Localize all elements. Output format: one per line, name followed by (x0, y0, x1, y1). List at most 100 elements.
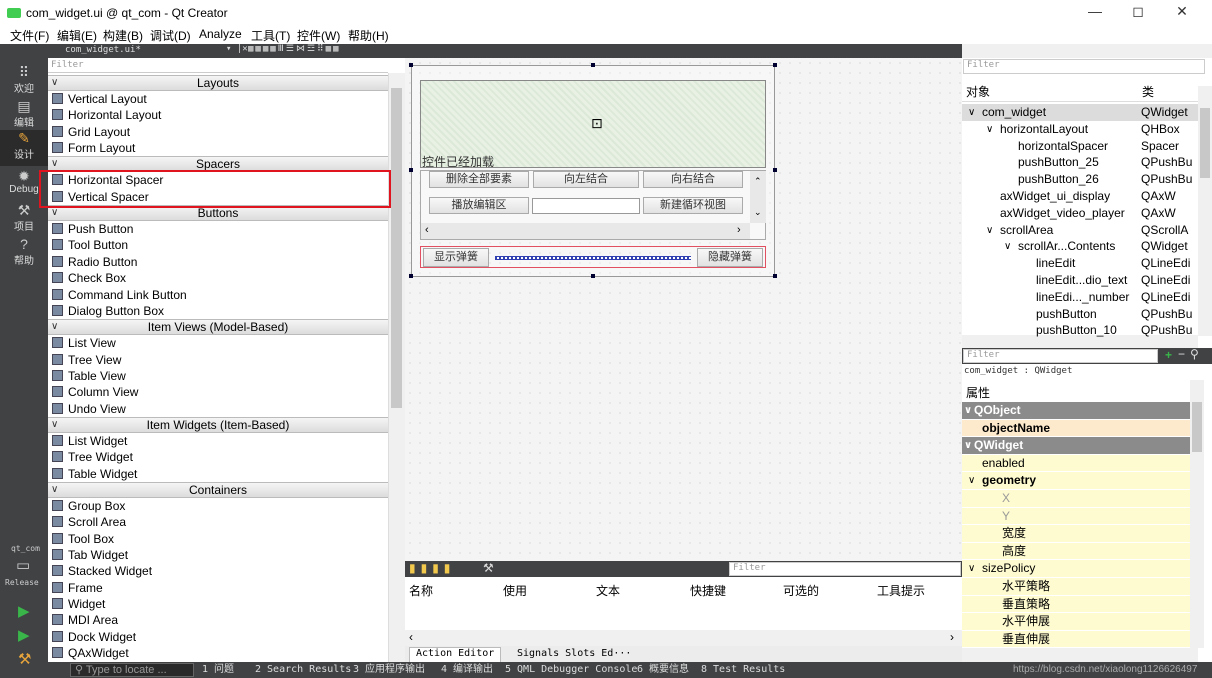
widget-item[interactable]: Tool Button (52, 237, 128, 253)
menu-file[interactable]: 文件(F) (10, 27, 49, 44)
widget-item[interactable]: MDI Area (52, 612, 118, 628)
menu-analyze[interactable]: Analyze (199, 27, 242, 41)
add-property-icon[interactable]: + (1165, 348, 1172, 362)
property-row[interactable]: X (962, 490, 1190, 508)
object-row[interactable]: pushButton_10 QPushBu (962, 322, 1198, 339)
chevron-down-icon[interactable]: ∨ (968, 560, 975, 578)
scroll-area[interactable]: 删除全部要素 向左结合 向右结合 播放编辑区 新建循环视图 ⌃ ⌄ ‹ › (420, 170, 766, 240)
mode-welcome[interactable]: ⠿ 欢迎 (0, 64, 48, 100)
widget-item[interactable]: QAxWidget (52, 645, 129, 661)
locate-input[interactable]: ⚲ Type to locate ... (70, 663, 194, 677)
mode-help[interactable]: ? 帮助 (0, 236, 48, 272)
widget-item[interactable]: Table Widget (52, 466, 137, 482)
resize-handle[interactable] (773, 274, 777, 278)
tab-close-icon[interactable]: ▾ |✕ (226, 44, 248, 54)
minimize-button[interactable]: — (1075, 3, 1115, 23)
widget-item[interactable]: Vertical Layout (52, 91, 147, 107)
combine-right-button[interactable]: 向右结合 (643, 171, 743, 188)
property-row[interactable]: enabled (962, 454, 1190, 473)
property-row[interactable]: ∨ QWidget (962, 437, 1190, 455)
chevron-up-icon[interactable]: ⌃ (754, 176, 762, 187)
widget-item[interactable]: Form Layout (52, 140, 135, 156)
widget-item[interactable]: Check Box (52, 270, 126, 286)
widget-item[interactable]: Stacked Widget (52, 563, 152, 579)
object-filter-input[interactable]: Filter (963, 59, 1205, 74)
widget-item[interactable]: Column View (52, 384, 138, 400)
status-summary[interactable]: 6 概要信息 (637, 662, 689, 678)
resize-handle[interactable] (409, 274, 413, 278)
build-hammer-icon[interactable]: ⚒ (18, 650, 31, 668)
widget-item[interactable]: Tree View (52, 352, 121, 368)
resize-handle[interactable] (409, 168, 413, 172)
widget-item[interactable]: Radio Button (52, 254, 137, 270)
property-row[interactable]: 宽度 (962, 525, 1190, 543)
scrollbar-thumb[interactable] (1200, 108, 1210, 178)
menu-edit[interactable]: 编辑(E) (57, 27, 97, 44)
object-scrollbar[interactable] (1198, 86, 1212, 336)
layout-toolbar-icons[interactable]: ▦▦▦▦Ⅲ☰⋈☲⠿▦▦ (248, 44, 340, 54)
configure-icon[interactable]: ⚲ (1190, 347, 1199, 361)
property-header[interactable]: 属性 (966, 384, 990, 401)
widget-item[interactable]: List View (52, 335, 116, 351)
chevron-down-icon[interactable]: ∨ (51, 76, 58, 90)
property-row[interactable]: 垂直策略 (962, 595, 1190, 614)
run-icon[interactable]: ▶ (18, 602, 30, 620)
object-row[interactable]: horizontalSpacer Spacer (962, 138, 1198, 155)
chevron-down-icon[interactable]: ∨ (51, 206, 58, 220)
category-header[interactable]: Containers ∨ (48, 482, 388, 498)
property-row[interactable]: 垂直伸展 (962, 630, 1190, 649)
widget-item[interactable]: Table View (52, 368, 126, 384)
column-header[interactable]: 名称 (409, 582, 433, 599)
status-qml-debug[interactable]: 5 QML Debugger Console (505, 662, 637, 678)
chevron-down-icon[interactable]: ∨ (51, 418, 58, 432)
object-row[interactable]: ∨ horizontalLayout QHBox (962, 121, 1198, 138)
object-row[interactable]: lineEdi..._number QLineEdi (962, 289, 1198, 306)
chevron-down-icon[interactable]: ∨ (964, 437, 972, 455)
menu-build[interactable]: 构建(B) (103, 27, 143, 44)
widget-item[interactable]: Tab Widget (52, 547, 128, 563)
chevron-down-icon[interactable]: ⌄ (754, 207, 762, 218)
widget-item[interactable]: Command Link Button (52, 287, 187, 303)
chevron-down-icon[interactable]: ∨ (964, 402, 972, 420)
delete-all-button[interactable]: 删除全部要素 (429, 171, 529, 188)
show-spring-button[interactable]: 显示弹簧 (423, 248, 489, 267)
menu-controls[interactable]: 控件(W) (297, 27, 340, 44)
vertical-scrollbar[interactable]: ⌃ ⌄ (750, 171, 766, 223)
widget-item[interactable]: Group Box (52, 498, 125, 514)
status-problems[interactable]: 1 问题 (202, 662, 234, 678)
restore-button[interactable]: ◻ (1118, 3, 1158, 23)
widget-item[interactable]: Dialog Button Box (52, 303, 164, 319)
mode-design[interactable]: ✎ 设计 (0, 130, 48, 166)
resize-handle[interactable] (591, 274, 595, 278)
chevron-down-icon[interactable]: ∨ (51, 483, 58, 497)
widget-item[interactable]: Widget (52, 596, 105, 612)
widget-item[interactable]: Push Button (52, 221, 133, 237)
widget-filter-input[interactable]: Filter (48, 58, 388, 73)
status-compile[interactable]: 4 编译输出 (441, 662, 493, 678)
widget-item[interactable]: Grid Layout (52, 124, 130, 140)
chevron-down-icon[interactable]: ∨ (968, 472, 975, 490)
monitor-icon[interactable]: ▭ (16, 556, 30, 574)
category-header[interactable]: Item Widgets (Item-Based) ∨ (48, 416, 388, 433)
new-loop-view-button[interactable]: 新建循环视图 (643, 197, 743, 214)
close-button[interactable]: ✕ (1162, 3, 1202, 23)
combine-left-button[interactable]: 向左结合 (533, 171, 639, 188)
scrollbar-thumb[interactable] (1192, 402, 1202, 452)
property-row[interactable]: objectName (962, 419, 1190, 438)
action-h-scrollbar[interactable]: ‹ › (405, 630, 962, 646)
widget-item[interactable]: Frame (52, 580, 103, 596)
column-header[interactable]: 使用 (503, 582, 527, 599)
widget-item[interactable]: Undo View (52, 401, 126, 417)
hide-spring-button[interactable]: 隐藏弹簧 (697, 248, 763, 267)
wrench-icon[interactable]: ⚒ (483, 561, 494, 575)
widget-item[interactable]: Scroll Area (52, 514, 126, 530)
column-header[interactable]: 工具提示 (877, 582, 925, 599)
scrollbar-thumb[interactable] (391, 88, 402, 408)
object-row[interactable]: lineEdit QLineEdi (962, 255, 1198, 272)
object-row[interactable]: ∨ scrollAr...Contents QWidget (962, 238, 1198, 255)
chevron-right-icon[interactable]: › (737, 224, 741, 236)
property-row[interactable]: ∨ QObject (962, 402, 1190, 420)
column-class[interactable]: 类 (1142, 83, 1154, 102)
property-row[interactable]: 水平策略 (962, 578, 1190, 596)
widget-item[interactable]: Tree Widget (52, 449, 133, 465)
